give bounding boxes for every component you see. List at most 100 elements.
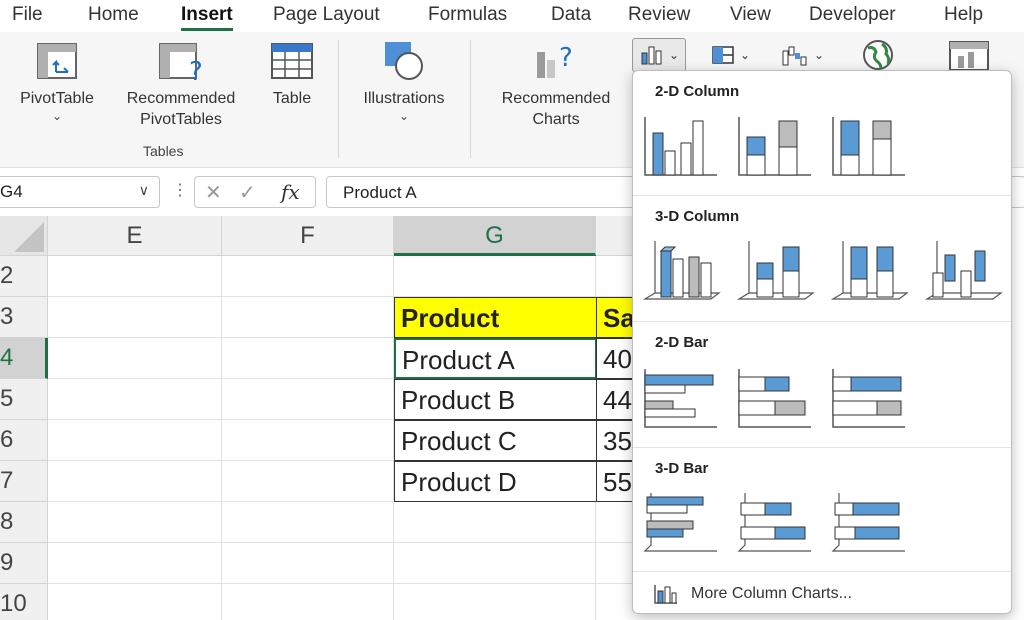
recommended-charts-label-2: Charts xyxy=(532,111,580,128)
table-cell-product-b[interactable]: Product B xyxy=(394,379,597,420)
row-header-5[interactable]: 5 xyxy=(0,379,48,420)
100-stacked-column-option[interactable] xyxy=(829,113,909,177)
row-header-2[interactable]: 2 xyxy=(0,256,48,297)
section-divider xyxy=(633,447,1011,448)
recommended-pivottables-icon: ? xyxy=(159,43,203,82)
name-box-value: G4 xyxy=(0,182,23,201)
cancel-icon[interactable]: ✕ xyxy=(205,180,222,205)
table-cell-product-d[interactable]: Product D xyxy=(394,461,597,502)
recommended-pivottables-button[interactable]: ? Recommended PivotTables xyxy=(112,42,250,130)
insert-pivotchart-button[interactable] xyxy=(938,38,1000,72)
3d-clustered-bar-option[interactable] xyxy=(641,489,721,553)
section-3d-bar: 3-D Bar xyxy=(655,460,709,477)
pivottable-icon xyxy=(37,43,77,79)
insert-column-chart-button[interactable]: ⌄ xyxy=(632,38,687,72)
column-chart-dropdown: 2-D Column 3-D Column 2-D Bar 3-D Bar Mo… xyxy=(632,70,1012,614)
insert-waterfall-chart-button[interactable]: ⌄ xyxy=(774,38,830,72)
row-header-6[interactable]: 6 xyxy=(0,420,48,461)
section-2d-column: 2-D Column xyxy=(655,83,740,100)
table-header-product[interactable]: Product xyxy=(394,297,597,338)
menu-page-layout[interactable]: Page Layout xyxy=(273,4,380,26)
enter-icon[interactable]: ✓ xyxy=(239,180,256,205)
section-divider xyxy=(633,571,1011,572)
row-header-10[interactable]: 10 xyxy=(0,584,48,620)
row-header-3[interactable]: 3 xyxy=(0,297,48,338)
3d-stacked-bar-option[interactable] xyxy=(735,489,815,553)
column-header-f[interactable]: F xyxy=(222,216,394,256)
insert-hierarchy-chart-button[interactable]: ⌄ xyxy=(704,38,756,72)
chevron-down-icon: ⌄ xyxy=(814,48,825,62)
illustrations-label: Illustrations xyxy=(363,90,445,107)
row-header-7[interactable]: 7 xyxy=(0,461,48,502)
recommended-pivottables-label-2: PivotTables xyxy=(140,111,222,128)
menu-formulas[interactable]: Formulas xyxy=(428,4,507,26)
ribbon-separator xyxy=(338,40,339,158)
menu-data[interactable]: Data xyxy=(551,4,591,26)
3d-column-option[interactable] xyxy=(923,237,1003,301)
pivottable-button[interactable]: PivotTable ⌄ xyxy=(10,42,104,123)
menu-view[interactable]: View xyxy=(730,4,771,26)
menu-review[interactable]: Review xyxy=(628,4,690,26)
select-all-icon xyxy=(14,222,44,252)
insert-function-icon[interactable]: fx xyxy=(281,180,300,204)
section-divider xyxy=(633,195,1011,196)
column-chart-icon xyxy=(654,585,677,604)
pivottable-label: PivotTable xyxy=(20,90,94,107)
3d-100-stacked-bar-option[interactable] xyxy=(829,489,909,553)
menu-bar: File Home Insert Page Layout Formulas Da… xyxy=(0,0,1024,32)
name-box[interactable]: G4 ∨ xyxy=(0,176,160,208)
more-options-icon[interactable]: ⋮ xyxy=(172,180,188,200)
chevron-down-icon: ∨ xyxy=(138,182,149,198)
row-header-4[interactable]: 4 xyxy=(0,338,48,379)
column-header-e[interactable]: E xyxy=(48,216,222,256)
stacked-column-option[interactable] xyxy=(735,113,815,177)
menu-home[interactable]: Home xyxy=(88,4,139,26)
section-3d-column: 3-D Column xyxy=(655,208,740,225)
column-header-g[interactable]: G xyxy=(394,216,596,256)
insert-map-chart-button[interactable] xyxy=(852,38,904,72)
menu-file[interactable]: File xyxy=(12,4,43,26)
chevron-down-icon: ⌄ xyxy=(740,48,751,62)
gridline xyxy=(221,256,222,620)
table-cell-product-a[interactable]: Product A xyxy=(394,338,597,379)
3d-stacked-column-option[interactable] xyxy=(735,237,815,301)
svg-text:?: ? xyxy=(559,43,573,73)
recommended-pivottables-label-1: Recommended xyxy=(126,90,236,107)
illustrations-button[interactable]: Illustrations ⌄ xyxy=(350,40,458,123)
3d-clustered-column-option[interactable] xyxy=(641,237,721,301)
recommended-charts-button[interactable]: ? Recommended Charts xyxy=(484,42,628,130)
table-button[interactable]: Table xyxy=(262,42,322,109)
hierarchy-chart-icon xyxy=(712,46,734,64)
section-2d-bar: 2-D Bar xyxy=(655,334,709,351)
excel-window: File Home Insert Page Layout Formulas Da… xyxy=(0,0,1024,620)
clustered-column-option[interactable] xyxy=(641,113,721,177)
row-header-8[interactable]: 8 xyxy=(0,502,48,543)
ribbon-separator xyxy=(470,40,471,158)
menu-developer[interactable]: Developer xyxy=(809,4,896,26)
column-header-h[interactable] xyxy=(596,216,636,256)
3d-100-stacked-column-option[interactable] xyxy=(829,237,909,301)
more-column-charts-link[interactable]: More Column Charts... xyxy=(653,583,852,605)
illustrations-caret: ⌄ xyxy=(398,109,410,123)
table-cell-product-c[interactable]: Product C xyxy=(394,420,597,461)
gridline xyxy=(48,583,648,584)
100-stacked-bar-option[interactable] xyxy=(829,365,909,429)
gridline xyxy=(48,542,648,543)
clustered-bar-option[interactable] xyxy=(641,365,721,429)
select-all-corner[interactable] xyxy=(0,216,48,256)
svg-text:?: ? xyxy=(189,57,203,82)
table-label: Table xyxy=(272,90,312,107)
waterfall-chart-icon xyxy=(782,46,807,66)
table-icon xyxy=(271,43,313,79)
stacked-bar-option[interactable] xyxy=(735,365,815,429)
menu-insert[interactable]: Insert xyxy=(181,4,233,31)
formula-buttons: ✕ ✓ fx xyxy=(194,176,316,208)
globe-icon xyxy=(863,40,893,70)
chevron-down-icon: ⌄ xyxy=(669,48,680,62)
menu-help[interactable]: Help xyxy=(944,4,983,26)
row-header-9[interactable]: 9 xyxy=(0,543,48,584)
column-chart-icon xyxy=(641,46,662,65)
illustrations-icon xyxy=(385,42,423,80)
more-column-charts-label: More Column Charts... xyxy=(691,585,852,602)
pivotchart-icon xyxy=(949,41,989,71)
